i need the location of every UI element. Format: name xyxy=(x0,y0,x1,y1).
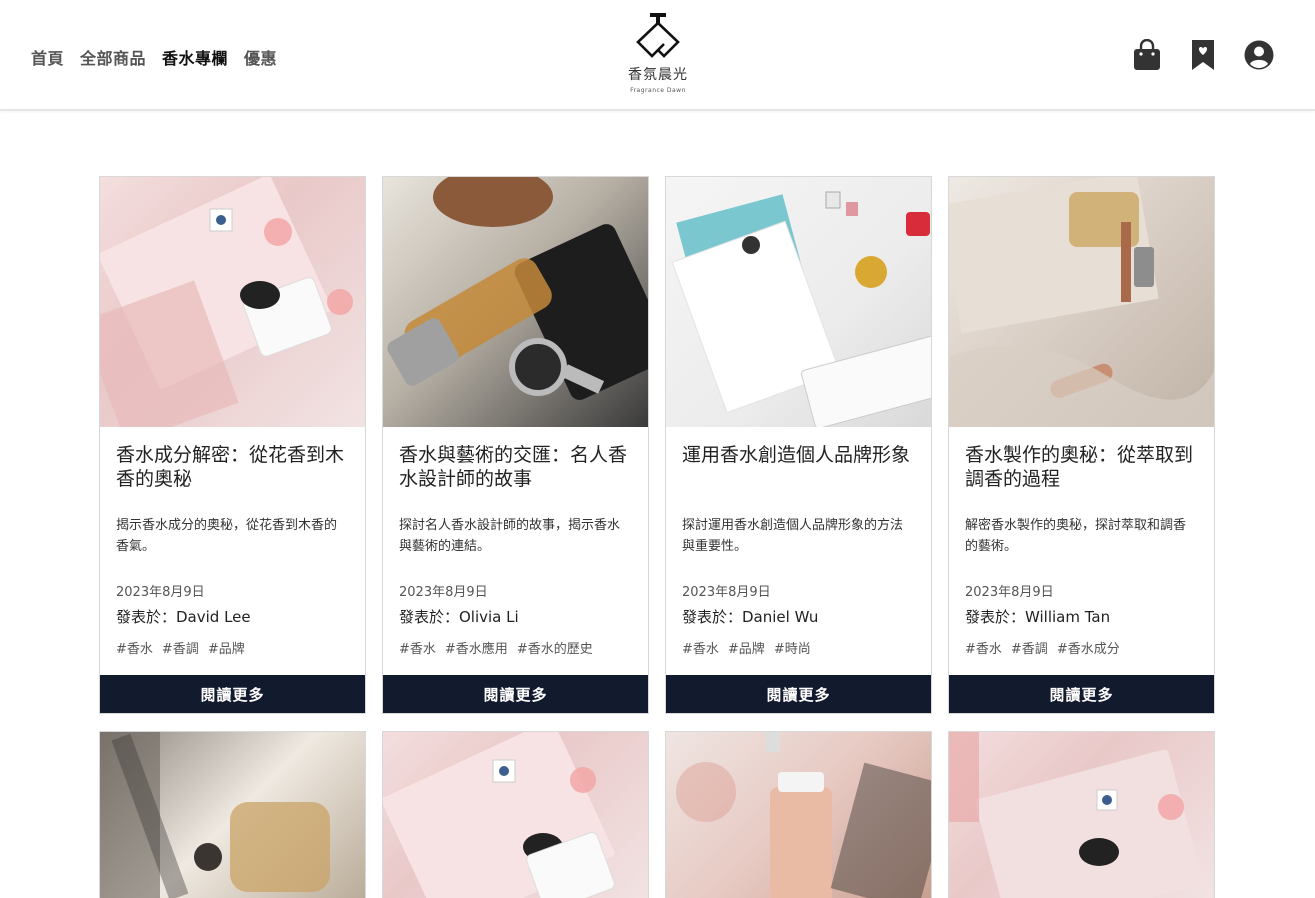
article-tag[interactable]: #香水 xyxy=(399,638,436,657)
article-tags: #香水 #香水應用 #香水的歷史 xyxy=(399,638,632,657)
article-grid: 香水成分解密：從花香到木香的奧秘 揭示香水成分的奧秘，從花香到木香的香氣。 20… xyxy=(99,176,1215,898)
article-body: 運用香水創造個人品牌形象 探討運用香水創造個人品牌形象的方法與重要性。 2023… xyxy=(666,427,931,675)
user-account-icon xyxy=(1244,40,1274,70)
article-description: 探討名人香水設計師的故事，揭示香水與藝術的連結。 xyxy=(399,518,621,554)
article-card: 香水製作的奧秘：從萃取到調香的過程 解密香水製作的奧秘，探討萃取和調香的藝術。 … xyxy=(948,176,1215,714)
article-tag[interactable]: #香水 xyxy=(682,638,719,657)
article-description: 解密香水製作的奧秘，探討萃取和調香的藝術。 xyxy=(965,518,1187,554)
site-header: 首頁 全部商品 香水專欄 優惠 香氛晨光 Fragrance Dawn xyxy=(0,0,1315,111)
article-tags: #香水 #香調 #香水成分 xyxy=(965,638,1198,657)
article-image[interactable] xyxy=(949,732,1214,898)
read-more-button[interactable]: 閱讀更多 xyxy=(949,675,1214,713)
nav-perfume-column[interactable]: 香水專欄 xyxy=(162,45,228,69)
article-date: 2023年8月9日 xyxy=(965,585,1054,600)
article-tag[interactable]: #香水的歷史 xyxy=(517,638,593,657)
perfume-bottle-logo-icon xyxy=(636,13,680,58)
article-tag[interactable]: #香水應用 xyxy=(445,638,508,657)
article-author: 發表於：Olivia Li xyxy=(399,608,519,626)
article-date: 2023年8月9日 xyxy=(399,585,488,600)
nav-promotions[interactable]: 優惠 xyxy=(244,45,277,69)
article-title[interactable]: 香水成分解密：從花香到木香的奧秘 xyxy=(116,443,349,505)
article-date: 2023年8月9日 xyxy=(116,585,205,600)
article-image[interactable] xyxy=(100,732,365,898)
article-image[interactable] xyxy=(666,732,931,898)
article-author: 發表於：David Lee xyxy=(116,608,251,626)
article-tag[interactable]: #品牌 xyxy=(728,638,765,657)
brand-name-en: Fragrance Dawn xyxy=(630,87,686,94)
article-tag[interactable]: #香水 xyxy=(116,638,153,657)
article-card: 香水成分解密：從花香到木香的奧秘 揭示香水成分的奧秘，從花香到木香的香氣。 20… xyxy=(99,176,366,714)
article-description: 揭示香水成分的奧秘，從花香到木香的香氣。 xyxy=(116,518,338,554)
header-actions xyxy=(1131,38,1275,72)
article-card xyxy=(948,731,1215,898)
nav-home[interactable]: 首頁 xyxy=(31,45,64,69)
article-description: 探討運用香水創造個人品牌形象的方法與重要性。 xyxy=(682,518,904,554)
shopping-bag-icon xyxy=(1134,39,1160,70)
article-tag[interactable]: #香水 xyxy=(965,638,1002,657)
article-image[interactable] xyxy=(383,177,648,427)
article-tag[interactable]: #時尚 xyxy=(774,638,811,657)
article-title[interactable]: 運用香水創造個人品牌形象 xyxy=(682,443,915,505)
article-image[interactable] xyxy=(949,177,1214,427)
article-date: 2023年8月9日 xyxy=(682,585,771,600)
read-more-button[interactable]: 閱讀更多 xyxy=(100,675,365,713)
article-card xyxy=(665,731,932,898)
read-more-button[interactable]: 閱讀更多 xyxy=(666,675,931,713)
bookmark-button[interactable] xyxy=(1187,38,1219,72)
article-card: 香水與藝術的交匯：名人香水設計師的故事 探討名人香水設計師的故事，揭示香水與藝術… xyxy=(382,176,649,714)
article-card: 運用香水創造個人品牌形象 探討運用香水創造個人品牌形象的方法與重要性。 2023… xyxy=(665,176,932,714)
article-body: 香水成分解密：從花香到木香的奧秘 揭示香水成分的奧秘，從花香到木香的香氣。 20… xyxy=(100,427,365,675)
article-tag[interactable]: #香調 xyxy=(1011,638,1048,657)
article-card xyxy=(382,731,649,898)
article-tag[interactable]: #香水成分 xyxy=(1057,638,1120,657)
read-more-button[interactable]: 閱讀更多 xyxy=(383,675,648,713)
account-button[interactable] xyxy=(1243,38,1275,72)
article-title[interactable]: 香水與藝術的交匯：名人香水設計師的故事 xyxy=(399,443,632,505)
article-author: 發表於：William Tan xyxy=(965,608,1111,626)
article-body: 香水與藝術的交匯：名人香水設計師的故事 探討名人香水設計師的故事，揭示香水與藝術… xyxy=(383,427,648,675)
article-title[interactable]: 香水製作的奧秘：從萃取到調香的過程 xyxy=(965,443,1198,505)
main-nav: 首頁 全部商品 香水專欄 優惠 xyxy=(31,45,293,69)
brand-name-cn: 香氛晨光 xyxy=(628,67,688,83)
shopping-bag-button[interactable] xyxy=(1131,38,1163,72)
article-image[interactable] xyxy=(100,177,365,427)
article-image[interactable] xyxy=(383,732,648,898)
article-author: 發表於：Daniel Wu xyxy=(682,608,819,626)
article-tag[interactable]: #品牌 xyxy=(208,638,245,657)
article-image[interactable] xyxy=(666,177,931,427)
nav-all-products[interactable]: 全部商品 xyxy=(80,45,146,69)
article-tag[interactable]: #香調 xyxy=(162,638,199,657)
article-tags: #香水 #品牌 #時尚 xyxy=(682,638,915,657)
bookmark-heart-icon xyxy=(1192,40,1214,70)
article-body: 香水製作的奧秘：從萃取到調香的過程 解密香水製作的奧秘，探討萃取和調香的藝術。 … xyxy=(949,427,1214,675)
article-card xyxy=(99,731,366,898)
brand-logo[interactable]: 香氛晨光 Fragrance Dawn xyxy=(616,12,700,94)
article-tags: #香水 #香調 #品牌 xyxy=(116,638,349,657)
